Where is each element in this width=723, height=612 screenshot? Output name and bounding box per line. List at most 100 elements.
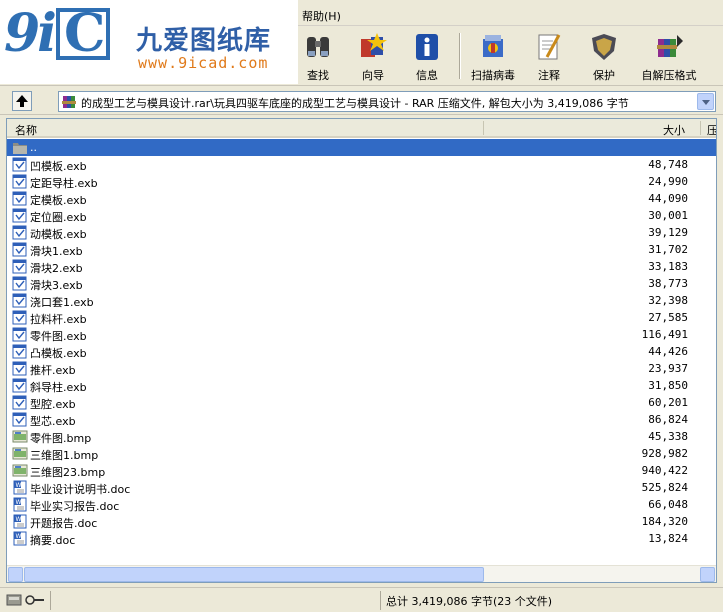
file-name: 拉料杆.exb: [30, 313, 87, 326]
column-name[interactable]: 名称: [15, 122, 37, 138]
wizard-icon: [361, 33, 387, 57]
file-size: 48,748: [648, 158, 688, 171]
shield-icon: [592, 34, 616, 60]
bmp-file-icon: [12, 464, 28, 477]
logo-watermark: 9i C 九爱图纸库 www.9icad.com: [0, 0, 298, 84]
file-row[interactable]: ..: [7, 139, 716, 156]
horizontal-scrollbar[interactable]: [7, 565, 716, 582]
file-row[interactable]: 三维图23.bmp 940,422: [7, 462, 716, 479]
file-row[interactable]: 零件图.exb 116,491: [7, 326, 716, 343]
file-size: 23,937: [648, 362, 688, 375]
exb-file-icon: [12, 225, 27, 240]
exb-file-icon: [12, 191, 27, 206]
column-divider[interactable]: [483, 121, 484, 135]
file-size: 60,201: [648, 396, 688, 409]
file-name: 型腔.exb: [30, 398, 76, 411]
sfx-label: 自解压格式: [641, 69, 697, 82]
up-folder-button[interactable]: [12, 91, 32, 111]
column-header: 名称 大小 压: [7, 119, 716, 138]
scroll-left-button[interactable]: [8, 567, 23, 582]
exb-file-icon: [12, 157, 27, 172]
column-divider[interactable]: [700, 121, 701, 135]
file-row[interactable]: 三维图1.bmp 928,982: [7, 445, 716, 462]
path-text: 的成型工艺与模具设计.rar\玩具四驱车底座的成型工艺与模具设计 - RAR 压…: [81, 97, 629, 110]
comment-button[interactable]: 注释: [521, 29, 577, 83]
exb-file-icon: [12, 208, 27, 223]
menu-help[interactable]: 帮助(H): [302, 8, 341, 24]
wizard-label: 向导: [362, 69, 384, 82]
exb-file-icon: [12, 293, 27, 308]
file-name: ..: [30, 141, 37, 154]
file-size: 86,824: [648, 413, 688, 426]
file-row[interactable]: 零件图.bmp 45,338: [7, 428, 716, 445]
find-button[interactable]: 查找: [290, 29, 346, 83]
file-size: 30,001: [648, 209, 688, 222]
file-row[interactable]: 拉料杆.exb 27,585: [7, 309, 716, 326]
file-row[interactable]: 滑块1.exb 31,702: [7, 241, 716, 258]
file-size: 525,824: [641, 481, 688, 494]
scroll-thumb[interactable]: [24, 567, 484, 582]
address-bar: 的成型工艺与模具设计.rar\玩具四驱车底座的成型工艺与模具设计 - RAR 压…: [0, 87, 723, 115]
doc-file-icon: W: [13, 531, 27, 546]
column-size[interactable]: 大小: [663, 122, 685, 138]
file-row[interactable]: W 开题报告.doc 184,320: [7, 513, 716, 530]
file-size: 184,320: [641, 515, 688, 528]
file-name: 型芯.exb: [30, 415, 76, 428]
file-size: 31,702: [648, 243, 688, 256]
file-name: 定距导柱.exb: [30, 177, 98, 190]
rar-archive-icon: [62, 96, 76, 108]
file-size: 45,338: [648, 430, 688, 443]
file-size: 27,585: [648, 311, 688, 324]
file-row[interactable]: 定距导柱.exb 24,990: [7, 173, 716, 190]
file-name: 开题报告.doc: [30, 517, 98, 530]
doc-file-icon: W: [13, 497, 27, 512]
doc-file-icon: W: [13, 514, 27, 529]
info-button[interactable]: 信息: [399, 29, 455, 83]
file-row[interactable]: W 毕业设计说明书.doc 525,824: [7, 479, 716, 496]
file-name: 定位圈.exb: [30, 211, 87, 224]
svg-text:W: W: [16, 533, 22, 540]
file-row[interactable]: 型腔.exb 60,201: [7, 394, 716, 411]
sfx-button[interactable]: 自解压格式: [636, 29, 702, 83]
file-size: 13,824: [648, 532, 688, 545]
exb-file-icon: [12, 276, 27, 291]
file-name: 三维图1.bmp: [30, 449, 99, 462]
file-row[interactable]: 滑块2.exb 33,183: [7, 258, 716, 275]
file-name: 滑块1.exb: [30, 245, 83, 258]
file-row[interactable]: 浇口套1.exb 32,398: [7, 292, 716, 309]
virus-scan-label: 扫描病毒: [471, 69, 515, 82]
file-row[interactable]: 推杆.exb 23,937: [7, 360, 716, 377]
file-name: 零件图.bmp: [30, 432, 92, 445]
file-size: 116,491: [641, 328, 688, 341]
scroll-right-button[interactable]: [700, 567, 715, 582]
file-name: 零件图.exb: [30, 330, 87, 343]
path-field[interactable]: 的成型工艺与模具设计.rar\玩具四驱车底座的成型工艺与模具设计 - RAR 压…: [58, 91, 716, 112]
file-row[interactable]: 定模板.exb 44,090: [7, 190, 716, 207]
file-size: 31,850: [648, 379, 688, 392]
path-dropdown-button[interactable]: [697, 93, 714, 110]
exb-file-icon: [12, 412, 27, 427]
file-row[interactable]: 凸模板.exb 44,426: [7, 343, 716, 360]
file-row[interactable]: W 摘要.doc 13,824: [7, 530, 716, 547]
binoculars-icon: [307, 37, 329, 57]
file-name: 毕业实习报告.doc: [30, 500, 120, 513]
file-row[interactable]: 型芯.exb 86,824: [7, 411, 716, 428]
file-name: 凸模板.exb: [30, 347, 87, 360]
file-row[interactable]: 斜导柱.exb 31,850: [7, 377, 716, 394]
wizard-button[interactable]: 向导: [345, 29, 401, 83]
file-name: 滑块3.exb: [30, 279, 83, 292]
file-row[interactable]: W 毕业实习报告.doc 66,048: [7, 496, 716, 513]
exb-file-icon: [12, 344, 27, 359]
file-row[interactable]: 动模板.exb 39,129: [7, 224, 716, 241]
svg-text:W: W: [16, 516, 22, 523]
virus-scan-button[interactable]: 扫描病毒: [465, 29, 521, 83]
file-row[interactable]: 凹模板.exb 48,748: [7, 156, 716, 173]
file-row[interactable]: 定位圈.exb 30,001: [7, 207, 716, 224]
protect-label: 保护: [593, 69, 615, 82]
file-row[interactable]: 滑块3.exb 38,773: [7, 275, 716, 292]
column-packed[interactable]: 压: [707, 122, 716, 138]
logo-url: www.9icad.com: [138, 54, 269, 72]
exb-file-icon: [12, 378, 27, 393]
status-divider: [50, 591, 51, 610]
protect-button[interactable]: 保护: [576, 29, 632, 83]
